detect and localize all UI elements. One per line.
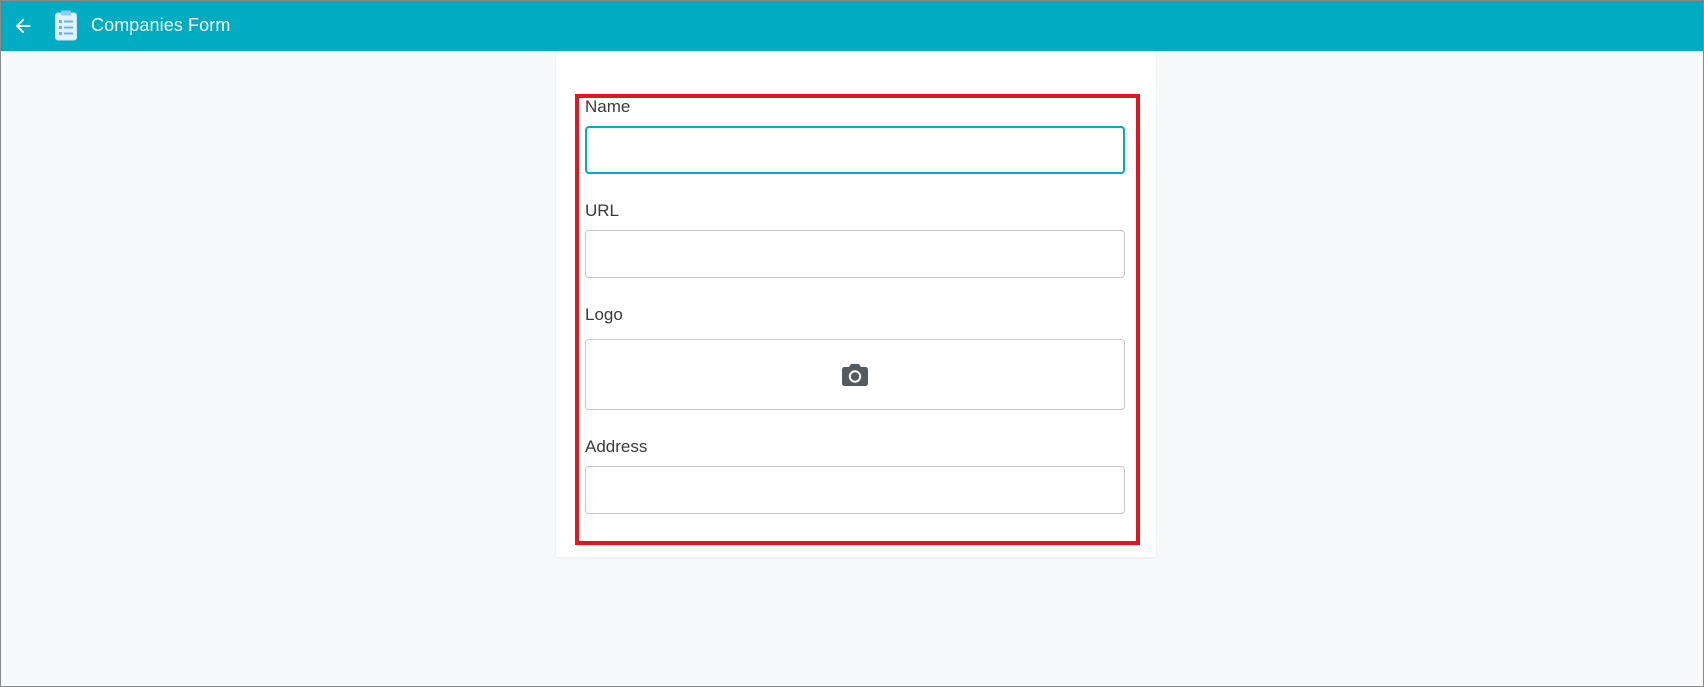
address-label: Address <box>585 437 648 456</box>
name-label: Name <box>585 97 631 116</box>
url-label: URL <box>585 201 620 220</box>
back-button[interactable] <box>9 12 37 40</box>
logo-label: Logo <box>585 305 623 324</box>
name-input[interactable] <box>585 126 1125 174</box>
page-title: Companies Form <box>91 15 231 35</box>
logo-upload[interactable] <box>585 339 1125 410</box>
clipboard-icon <box>55 10 77 41</box>
arrow-left-icon <box>15 18 31 34</box>
app-window: Companies Form Name URL Logo Address <box>0 0 1704 687</box>
camera-icon <box>842 363 868 386</box>
url-input[interactable] <box>585 230 1125 278</box>
app-bar: Companies Form <box>1 1 1703 51</box>
address-input[interactable] <box>585 466 1125 514</box>
